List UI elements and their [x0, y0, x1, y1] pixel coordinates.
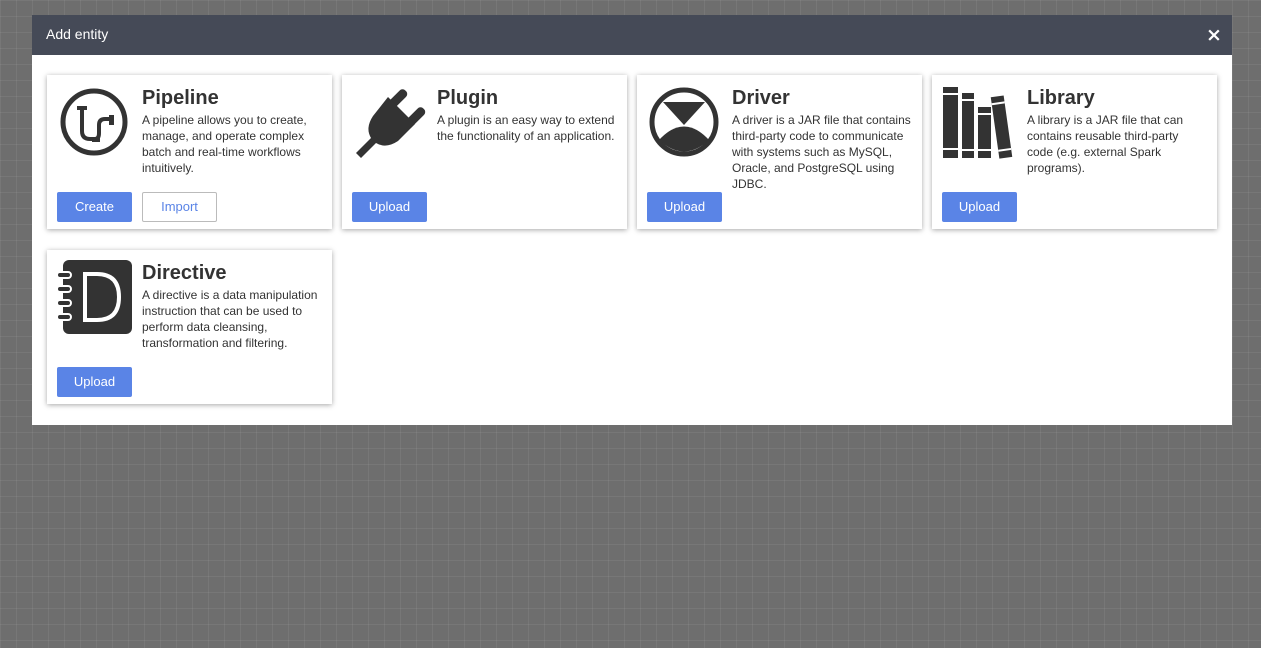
directive-card: Directive A directive is a data manipula… [47, 250, 332, 404]
upload-directive-button[interactable]: Upload [57, 367, 132, 397]
card-title: Library [1027, 87, 1095, 109]
card-description: A directive is a data manipulation instr… [142, 288, 318, 350]
card-title: Driver [732, 87, 790, 109]
create-pipeline-button[interactable]: Create [57, 192, 132, 222]
directive-notebook-icon [57, 260, 132, 335]
card-description: A pipeline allows you to create, manage,… [142, 113, 307, 175]
upload-plugin-button[interactable]: Upload [352, 192, 427, 222]
pipeline-icon [57, 85, 132, 160]
modal-title: Add entity [46, 26, 109, 42]
books-icon [942, 85, 1017, 160]
card-description: A library is a JAR file that can contain… [1027, 113, 1184, 175]
card-description: A plugin is an easy way to extend the fu… [437, 113, 615, 143]
card-title: Plugin [437, 87, 499, 109]
upload-library-button[interactable]: Upload [942, 192, 1017, 222]
pipeline-card: Pipeline A pipeline allows you to create… [47, 75, 332, 229]
card-title: Directive [142, 262, 227, 284]
driver-icon [647, 85, 722, 160]
card-title: Pipeline [142, 87, 219, 109]
close-button[interactable]: × [1204, 25, 1224, 45]
import-pipeline-button[interactable]: Import [142, 192, 217, 222]
modal-header: Add entity × [32, 15, 1232, 55]
driver-card: Driver A driver is a JAR file that conta… [637, 75, 922, 229]
add-entity-modal: Add entity × Pipeline A pipeline allows … [32, 15, 1232, 425]
upload-driver-button[interactable]: Upload [647, 192, 722, 222]
card-description: A driver is a JAR file that contains thi… [732, 113, 911, 191]
library-card: Library A library is a JAR file that can… [932, 75, 1217, 229]
plug-icon [352, 85, 427, 160]
plugin-card: Plugin A plugin is an easy way to extend… [342, 75, 627, 229]
